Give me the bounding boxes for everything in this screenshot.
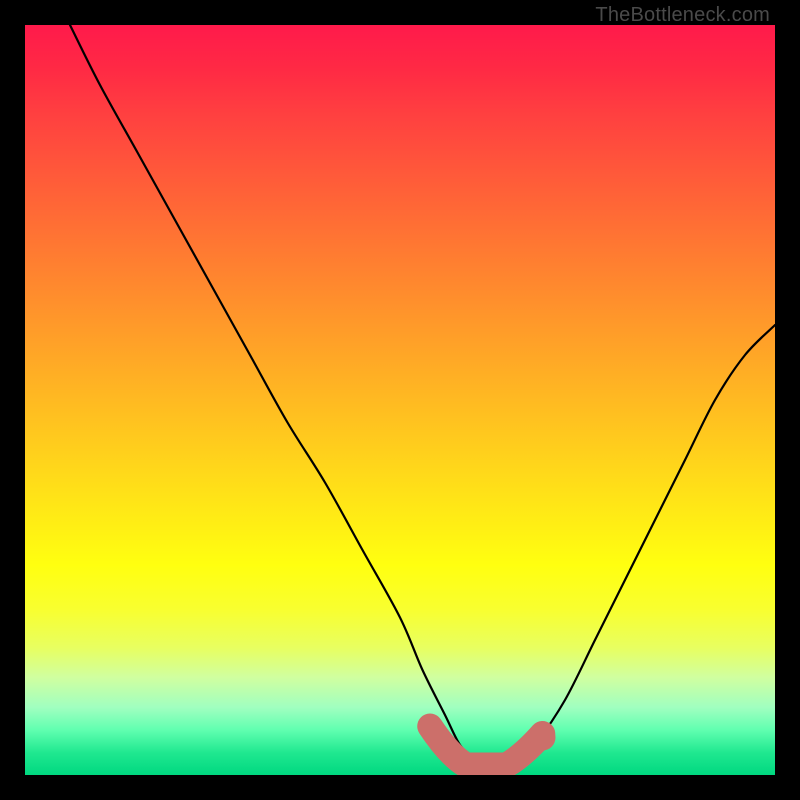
bottleneck-curve-path	[70, 25, 775, 768]
curve-layer	[70, 25, 775, 768]
chart-frame: TheBottleneck.com	[0, 0, 800, 800]
highlight-end-dot	[530, 725, 556, 751]
chart-plot-area	[25, 25, 775, 775]
highlight-band-path	[430, 726, 543, 765]
watermark-text: TheBottleneck.com	[595, 4, 770, 27]
highlight-layer	[430, 725, 556, 766]
chart-svg	[25, 25, 775, 775]
